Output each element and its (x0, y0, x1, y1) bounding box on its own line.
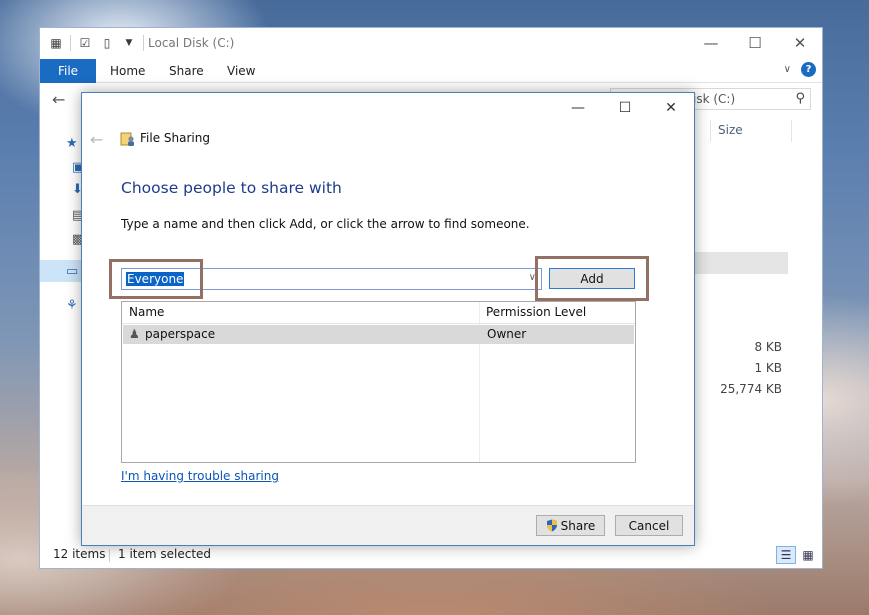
file-sharing-icon (120, 132, 134, 146)
tab-file[interactable]: File (40, 59, 96, 83)
back-arrow-icon[interactable]: ← (52, 90, 65, 109)
chevron-down-icon[interactable]: ▼ (121, 35, 137, 51)
list-header: Name Permission Level (122, 302, 635, 324)
column-header-size[interactable]: Size (710, 120, 792, 142)
selection-count: 1 item selected (118, 547, 212, 561)
quick-access-toolbar: ▦ ☑ ▯ ▼ (48, 35, 144, 51)
user-icon: ♟ (129, 327, 140, 341)
file-size: 8 KB (754, 340, 782, 354)
file-size: 25,774 KB (720, 382, 782, 396)
star-icon[interactable]: ★ (66, 136, 82, 151)
back-arrow-icon[interactable]: ← (90, 130, 103, 149)
this-pc-icon[interactable]: ▭ (66, 264, 82, 279)
share-button[interactable]: Share (536, 515, 605, 536)
selected-file-row[interactable] (694, 252, 788, 274)
help-icon[interactable]: ? (801, 62, 816, 77)
close-icon[interactable]: ✕ (785, 33, 815, 53)
properties-icon[interactable]: ▦ (48, 35, 64, 51)
large-icons-view-icon[interactable]: ▦ (798, 546, 818, 564)
search-icon[interactable]: ⚲ (795, 91, 805, 106)
toolbar-divider (143, 35, 144, 51)
list-item[interactable]: ♟ paperspace Owner (123, 325, 634, 344)
annotation-highlight-add (535, 256, 649, 301)
cancel-button[interactable]: Cancel (615, 515, 683, 536)
share-list: Name Permission Level ♟ paperspace Owner (121, 301, 636, 463)
minimize-icon[interactable]: — (563, 97, 593, 119)
maximize-icon[interactable]: ☐ (740, 33, 770, 53)
search-text: isk (C:) (693, 92, 736, 106)
shield-icon (546, 519, 557, 532)
explorer-titlebar: ▦ ☑ ▯ ▼ Local Disk (C:) — ☐ ✕ (40, 28, 822, 59)
new-folder-icon[interactable]: ▯ (99, 35, 115, 51)
file-sharing-dialog: — ☐ ✕ ← File Sharing Choose people to sh… (81, 92, 695, 546)
minimize-icon[interactable]: — (696, 33, 726, 53)
checkbox-icon[interactable]: ☑ (77, 35, 93, 51)
ribbon: File Home Share View ∨ ? (40, 59, 822, 83)
item-count: 12 items (53, 547, 106, 561)
tab-view[interactable]: View (227, 64, 255, 78)
toolbar-divider (70, 35, 71, 51)
annotation-highlight-name (109, 259, 203, 299)
share-button-label: Share (560, 518, 596, 533)
column-header-permission[interactable]: Permission Level (486, 305, 586, 319)
chevron-down-icon[interactable]: ∨ (784, 64, 791, 75)
dialog-instruction: Type a name and then click Add, or click… (121, 217, 530, 231)
file-size: 1 KB (754, 361, 782, 375)
dialog-footer: Share Cancel (82, 505, 694, 545)
dialog-title: File Sharing (140, 131, 210, 145)
ribbon-right-controls: ∨ ? (784, 62, 816, 77)
column-header-name[interactable]: Name (129, 305, 164, 319)
trouble-sharing-link[interactable]: I'm having trouble sharing (121, 469, 279, 483)
details-view-icon[interactable]: ☰ (776, 546, 796, 564)
user-name: paperspace (145, 327, 216, 341)
tab-home[interactable]: Home (110, 64, 145, 78)
status-divider (109, 549, 110, 562)
tab-share[interactable]: Share (169, 64, 204, 78)
dialog-heading: Choose people to share with (121, 179, 342, 197)
maximize-icon[interactable]: ☐ (610, 97, 640, 119)
permission-level[interactable]: Owner (487, 327, 526, 341)
network-icon[interactable]: ⚘ (66, 298, 82, 313)
close-icon[interactable]: ✕ (656, 97, 686, 119)
window-title: Local Disk (C:) (148, 36, 235, 50)
